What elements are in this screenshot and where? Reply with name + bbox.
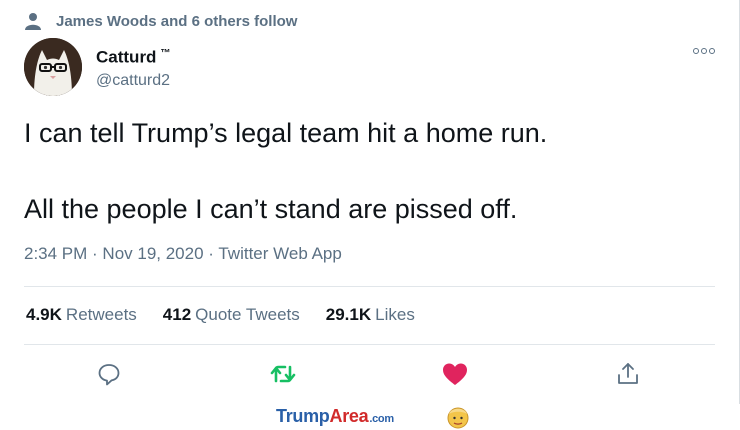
- likes-stat[interactable]: 29.1K Likes: [326, 305, 415, 325]
- trademark: ™: [160, 48, 171, 59]
- share-icon: [618, 363, 638, 384]
- mascot-icon: [447, 407, 469, 429]
- retweets-stat[interactable]: 4.9K Retweets: [26, 305, 137, 325]
- like-button[interactable]: [441, 360, 469, 388]
- share-button[interactable]: [614, 360, 642, 388]
- action-bar: [0, 360, 740, 394]
- social-context-text: James Woods and 6 others follow: [56, 12, 298, 30]
- tweet-card: James Woods and 6 others follow Catturd ™…: [0, 0, 740, 404]
- cat-avatar-icon: [24, 38, 82, 96]
- divider: [24, 286, 715, 287]
- retweet-button[interactable]: [269, 360, 297, 388]
- author-handle[interactable]: @catturd2: [96, 70, 170, 92]
- person-icon: [25, 13, 41, 30]
- more-options-icon[interactable]: [693, 48, 715, 54]
- tweet-stats: 4.9K Retweets 412 Quote Tweets 29.1K Likes: [26, 305, 415, 325]
- divider: [24, 344, 715, 345]
- display-name[interactable]: Catturd ™: [96, 44, 170, 68]
- avatar[interactable]: [24, 38, 82, 96]
- retweet-icon: [270, 365, 296, 383]
- author-name: Catturd: [96, 47, 157, 67]
- reply-icon: [98, 364, 120, 386]
- quote-tweets-stat[interactable]: 412 Quote Tweets: [163, 305, 300, 325]
- like-icon: [443, 363, 467, 385]
- tweet-text: I can tell Trump’s legal team hit a home…: [24, 118, 548, 224]
- tweet-meta[interactable]: 2:34 PM · Nov 19, 2020 · Twitter Web App: [24, 244, 342, 264]
- watermark-logo: Trump Area .com: [276, 406, 394, 426]
- author-block[interactable]: Catturd ™ @catturd2: [96, 44, 170, 92]
- watermark-bar: Trump Area .com: [0, 404, 740, 429]
- social-context[interactable]: James Woods and 6 others follow: [24, 10, 297, 32]
- reply-button[interactable]: [95, 360, 123, 388]
